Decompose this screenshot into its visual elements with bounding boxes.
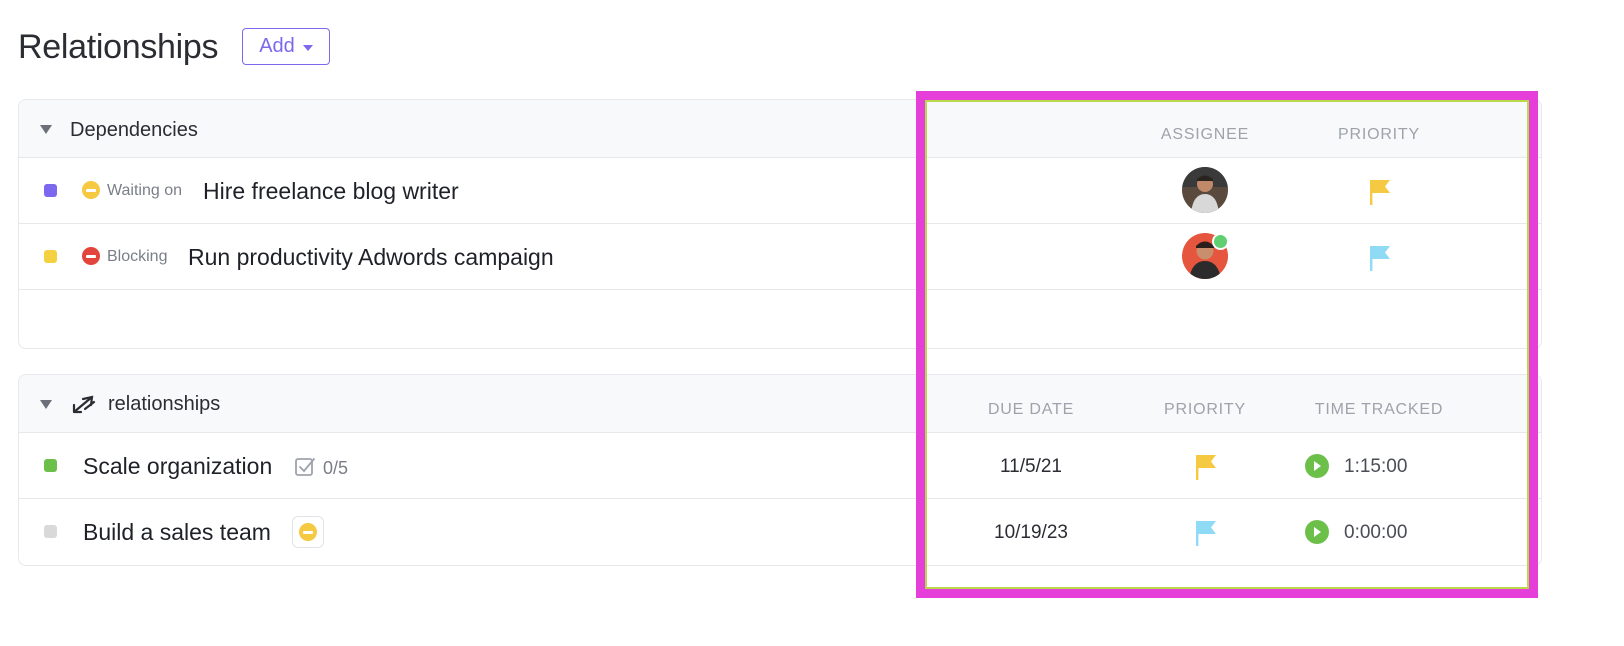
add-button-label: Add [259,35,295,57]
page-title: Relationships [18,28,219,66]
highlight-box [916,91,1538,598]
collapse-triangle-icon[interactable] [40,400,52,409]
highlight-inner-border [925,100,1529,589]
blocking-status-icon [82,247,100,265]
checkbox-icon [295,458,315,476]
dependencies-title: Dependencies [70,119,198,141]
waiting-status-icon [82,181,100,199]
relation-status-label: Blocking [107,248,168,265]
subtask-count: 0/5 [323,458,349,478]
chevron-down-icon [302,44,313,51]
status-color-square [44,459,57,472]
task-name[interactable]: Build a sales team [83,519,271,546]
relation-status-label: Waiting on [107,182,182,199]
status-color-square [44,250,57,263]
status-color-square [44,184,57,197]
add-button[interactable]: Add [242,28,330,65]
task-name[interactable]: Scale organization [83,453,272,480]
collapse-triangle-icon[interactable] [40,125,52,134]
task-name[interactable]: Hire freelance blog writer [203,178,459,205]
relationships-title: relationships [108,393,221,415]
relationship-arrows-icon [72,395,96,414]
waiting-status-badge[interactable] [292,516,324,548]
waiting-status-icon [299,523,317,541]
task-name[interactable]: Run productivity Adwords campaign [188,244,554,271]
status-color-square [44,525,57,538]
